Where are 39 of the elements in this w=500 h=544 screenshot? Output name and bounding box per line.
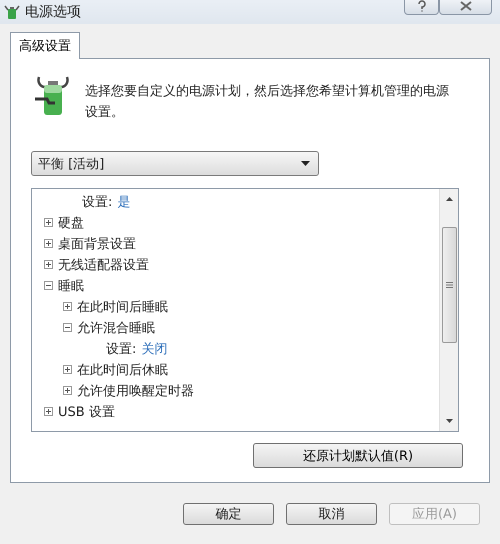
window-title: 电源选项 [25, 3, 81, 21]
setting-value[interactable]: 是 [117, 192, 130, 210]
tab[interactable]: 高级设置 [10, 32, 80, 59]
battery-plug-icon [4, 4, 20, 20]
plan-dropdown[interactable]: 平衡 [活动] [31, 151, 319, 176]
expand-icon[interactable] [44, 407, 53, 416]
grip-icon [446, 282, 452, 288]
description-text: 选择您要自定义的电源计划，然后选择您希望计算机管理的电源设置。 [85, 83, 450, 122]
setting-value[interactable]: 关闭 [141, 340, 168, 358]
help-button[interactable] [404, 0, 439, 15]
collapse-icon[interactable] [44, 281, 53, 290]
expand-icon[interactable] [63, 365, 72, 374]
dialog-button[interactable]: 取消 [286, 503, 377, 525]
setting-label: 设置: [106, 340, 136, 358]
help-icon [416, 0, 426, 12]
restore-defaults-button[interactable]: 还原计划默认值(R) [253, 443, 463, 468]
tree-item[interactable]: 无线适配器设置 [58, 256, 149, 274]
tree-item[interactable]: 在此时间后睡眠 [77, 298, 168, 316]
dialog-button[interactable]: 确定 [183, 503, 274, 525]
expand-icon[interactable] [44, 260, 53, 269]
tree-item[interactable]: 在此时间后休眠 [77, 360, 168, 378]
setting-label: 设置: [82, 194, 112, 210]
scrollbar[interactable] [439, 189, 458, 431]
expand-icon[interactable] [63, 386, 72, 395]
collapse-icon[interactable] [63, 323, 72, 332]
tree-item[interactable]: 允许混合睡眠 [77, 318, 155, 336]
close-icon [460, 0, 472, 10]
tree-item[interactable]: 允许使用唤醒定时器 [77, 382, 194, 400]
tree-item[interactable]: USB 设置 [58, 402, 115, 420]
scroll-up-icon[interactable] [446, 197, 452, 201]
scroll-down-icon[interactable] [446, 419, 452, 423]
expand-icon[interactable] [63, 302, 72, 311]
tree-item[interactable]: 睡眠 [58, 276, 84, 294]
dropdown-arrow-icon [301, 161, 310, 166]
expand-icon[interactable] [44, 239, 53, 248]
close-button[interactable] [439, 0, 492, 15]
tree-item[interactable]: 桌面背景设置 [58, 234, 136, 252]
tree-item[interactable]: 硬盘 [58, 214, 84, 232]
expand-icon[interactable] [44, 218, 53, 227]
